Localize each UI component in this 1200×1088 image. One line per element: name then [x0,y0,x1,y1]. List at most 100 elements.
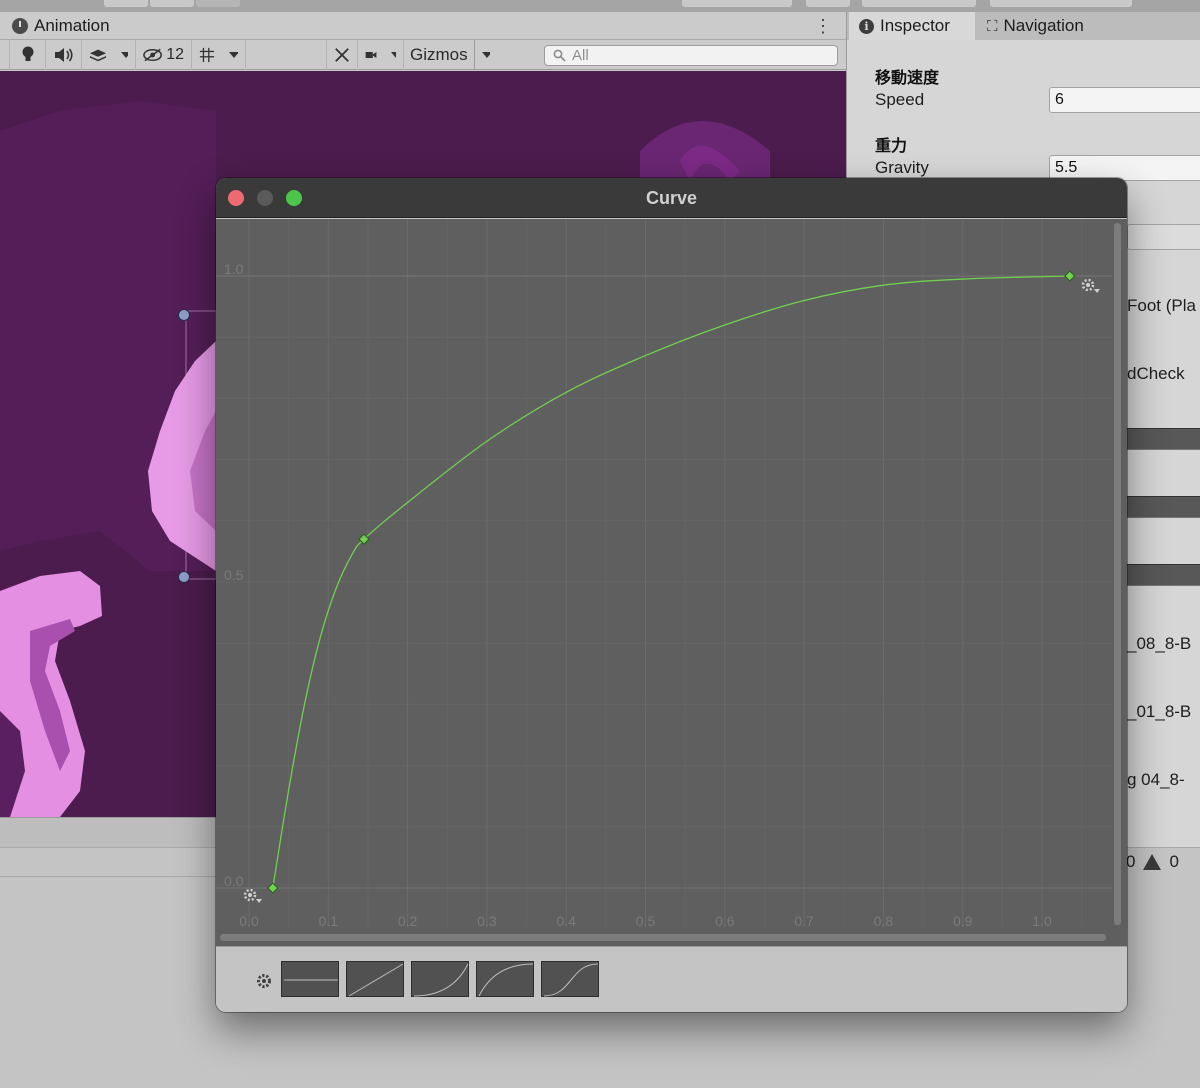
preset-curve [478,963,534,997]
curve-title: Curve [645,187,698,208]
top-tab-stub[interactable] [196,0,240,7]
tab-inspector-label: Inspector [880,16,950,35]
preset-constant-icon [284,979,338,981]
top-tab-stub[interactable] [104,0,148,7]
camera-dropdown[interactable] [384,39,404,70]
keyframe-point[interactable] [267,882,279,894]
chevron-down-icon [481,51,490,58]
vertical-scrollbar[interactable] [1114,223,1121,925]
gear-icon[interactable] [1081,278,1100,293]
top-tab-stub[interactable] [150,0,194,7]
tools-toggle[interactable] [326,39,358,70]
search-input[interactable]: All [544,45,838,66]
camera-toggle[interactable] [358,40,384,70]
hidden-objects-toggle[interactable]: 12 [136,39,192,70]
preset-linear[interactable] [346,961,404,997]
preset-ease-in-out[interactable] [541,961,599,997]
x-tick-label: 0.1 [319,913,339,929]
grid-toggle[interactable] [192,40,222,70]
speed-field[interactable]: 6 [1049,87,1200,113]
curve-titlebar[interactable]: Curve [216,178,1127,218]
warning-icon [1143,854,1162,870]
gravity-label: Gravity [875,158,929,177]
sprite-field[interactable]: _01_8-B [1127,702,1191,722]
speaker-icon [54,47,73,62]
grid-dropdown[interactable] [222,39,246,70]
x-tick-label: 0.2 [398,913,418,929]
horizontal-scrollbar[interactable] [220,934,1106,941]
x-tick-label: 0.7 [794,913,814,929]
camera-icon [365,51,377,58]
y-tick-label: 0.5 [224,567,244,583]
effects-dropdown[interactable] [114,39,136,70]
preset-curve [348,963,404,997]
preset-constant[interactable] [281,961,339,997]
console-counts: 0 0 [1126,848,1179,876]
minor-grid [216,219,1112,927]
preset-bar [216,946,1127,1012]
top-tab-stub[interactable] [862,0,976,7]
top-tab-stub[interactable] [990,0,1132,7]
x-tick-labels: 0.0 0.1 0.2 0.3 0.4 0.5 0.6 0.7 0.8 0.9 1.0 [239,913,1052,929]
effects-toggle[interactable] [82,40,114,70]
sprite-field[interactable]: g 04_8- [1127,770,1185,790]
sprite-preview [1127,496,1200,518]
preset-linear-icon [348,963,404,997]
sprite-field[interactable]: _08_8-B [1127,634,1191,654]
preset-ease-out[interactable] [476,961,534,997]
preset-curve [543,963,599,997]
more-options-icon[interactable]: ⋮ [814,16,832,37]
x-tick-label: 0.4 [556,913,576,929]
grid-icon [199,47,215,62]
search-placeholder: All [572,47,589,64]
speed-section-header: 移動速度 [875,70,940,87]
x-tick-label: 0.8 [874,913,894,929]
y-tick-label: 1.0 [224,261,244,277]
x-tick-label: 0.0 [239,913,259,929]
x-tick-label: 1.0 [1032,913,1052,929]
x-tick-label: 0.3 [477,913,497,929]
tab-animation[interactable]: Animation [0,12,122,40]
preset-ease-in-out-icon [543,963,599,997]
chevron-down-icon [391,51,396,58]
audio-toggle[interactable] [46,39,82,70]
preset-ease-out-icon [478,963,534,997]
tab-inspector[interactable]: i Inspector [849,12,975,40]
lighting-toggle[interactable] [10,39,46,70]
warning-count[interactable]: 0 [1169,852,1178,872]
search-icon [553,49,566,62]
tab-navigation[interactable]: ⛶ Navigation [977,12,1094,40]
scene-toolbar: 12 Gizmos All [0,39,846,70]
toolbar-edge [0,39,10,70]
tools-icon [335,47,349,62]
ground-check-field[interactable]: dCheck [1127,364,1185,384]
eye-hidden-icon [143,48,163,61]
screen: Animation ⋮ 12 Gizmos All i Inspector ⛶ … [0,0,1200,1088]
gizmos-dropdown[interactable] [475,40,497,70]
navigation-icon: ⛶ [987,17,998,35]
keyframe-point[interactable] [1064,270,1076,282]
gizmos-button[interactable]: Gizmos [404,39,475,70]
curve-editor-canvas[interactable]: 0.0 0.5 1.0 0.0 0.1 0.2 0.3 0.4 0.5 0.6 0.7 0.8 0.9… [216,219,1127,946]
info-icon: i [859,18,874,34]
object-field[interactable] [1127,224,1200,250]
speed-label: Speed [875,90,925,109]
top-tab-stub[interactable] [682,0,792,7]
preset-ease-in[interactable] [411,961,469,997]
tab-navigation-label: Navigation [1003,16,1084,35]
gear-icon[interactable] [256,973,272,989]
y-tick-label: 0.0 [224,873,244,889]
animation-tabbar: Animation ⋮ [0,12,846,40]
preset-curve [413,963,469,997]
curve-window: Curve 0.0 0.5 1.0 0.0 0.1 0.2 0.3 0.4 0.5 0.6 0.7… [216,178,1127,1012]
layers-icon [89,49,107,61]
gear-icon[interactable] [243,888,262,903]
x-tick-label: 0.6 [715,913,735,929]
top-tab-stub[interactable] [806,0,850,7]
x-tick-label: 0.5 [636,913,656,929]
log-count[interactable]: 0 [1126,852,1135,872]
clock-icon [12,18,28,34]
foot-field[interactable]: Foot (Pla [1127,296,1196,316]
lightbulb-icon [22,46,33,61]
curve-plot[interactable]: 0.0 0.5 1.0 0.0 0.1 0.2 0.3 0.4 0.5 0.6 0.7 0.8 0.9… [216,219,1127,946]
